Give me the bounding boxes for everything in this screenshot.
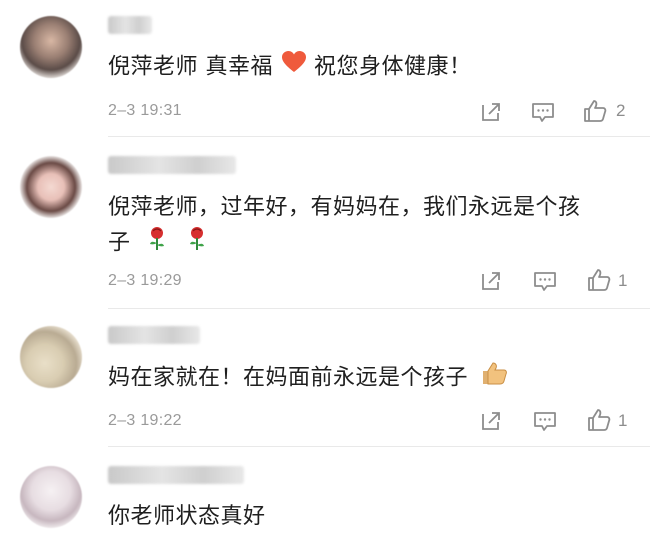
like-count: 2 — [616, 101, 626, 120]
comment-time: 2–3 19:22 — [108, 412, 182, 429]
like-icon[interactable] — [586, 407, 612, 433]
comment-text: 你老师状态真好 — [108, 504, 266, 529]
like-count: 1 — [618, 271, 628, 290]
username-blurred[interactable] — [108, 156, 236, 174]
comment-text: 妈在家就在！在妈面前永远是个孩子 — [108, 360, 628, 397]
like-icon[interactable] — [586, 267, 612, 293]
comment-time: 2–3 19:29 — [108, 272, 182, 289]
divider — [108, 308, 650, 309]
username-blurred[interactable] — [108, 16, 152, 34]
comment-reply-icon[interactable] — [532, 408, 558, 434]
share-icon[interactable] — [478, 99, 504, 125]
divider — [108, 446, 650, 447]
comment-text: 倪萍老师 真幸福 祝您身体健康！ — [108, 50, 628, 85]
comment-reply-icon[interactable] — [530, 99, 556, 125]
comment-time: 2–3 19:31 — [108, 102, 182, 119]
username-blurred[interactable] — [108, 326, 200, 344]
share-icon[interactable] — [478, 268, 504, 294]
share-icon[interactable] — [478, 408, 504, 434]
rose-emoji — [146, 225, 168, 262]
divider — [108, 136, 650, 137]
avatar[interactable] — [20, 156, 82, 218]
avatar[interactable] — [20, 326, 82, 388]
comment-text: 倪萍老师，过年好，有妈妈在，我们永远是个孩 子 — [108, 191, 628, 262]
avatar[interactable] — [20, 466, 82, 528]
avatar[interactable] — [20, 16, 82, 78]
comment-reply-icon[interactable] — [532, 268, 558, 294]
rose-emoji — [186, 225, 208, 262]
like-count: 1 — [618, 411, 628, 430]
heart-emoji — [281, 50, 307, 85]
thumbs-up-emoji — [480, 360, 508, 397]
username-blurred[interactable] — [108, 466, 244, 484]
like-icon[interactable] — [582, 98, 608, 124]
